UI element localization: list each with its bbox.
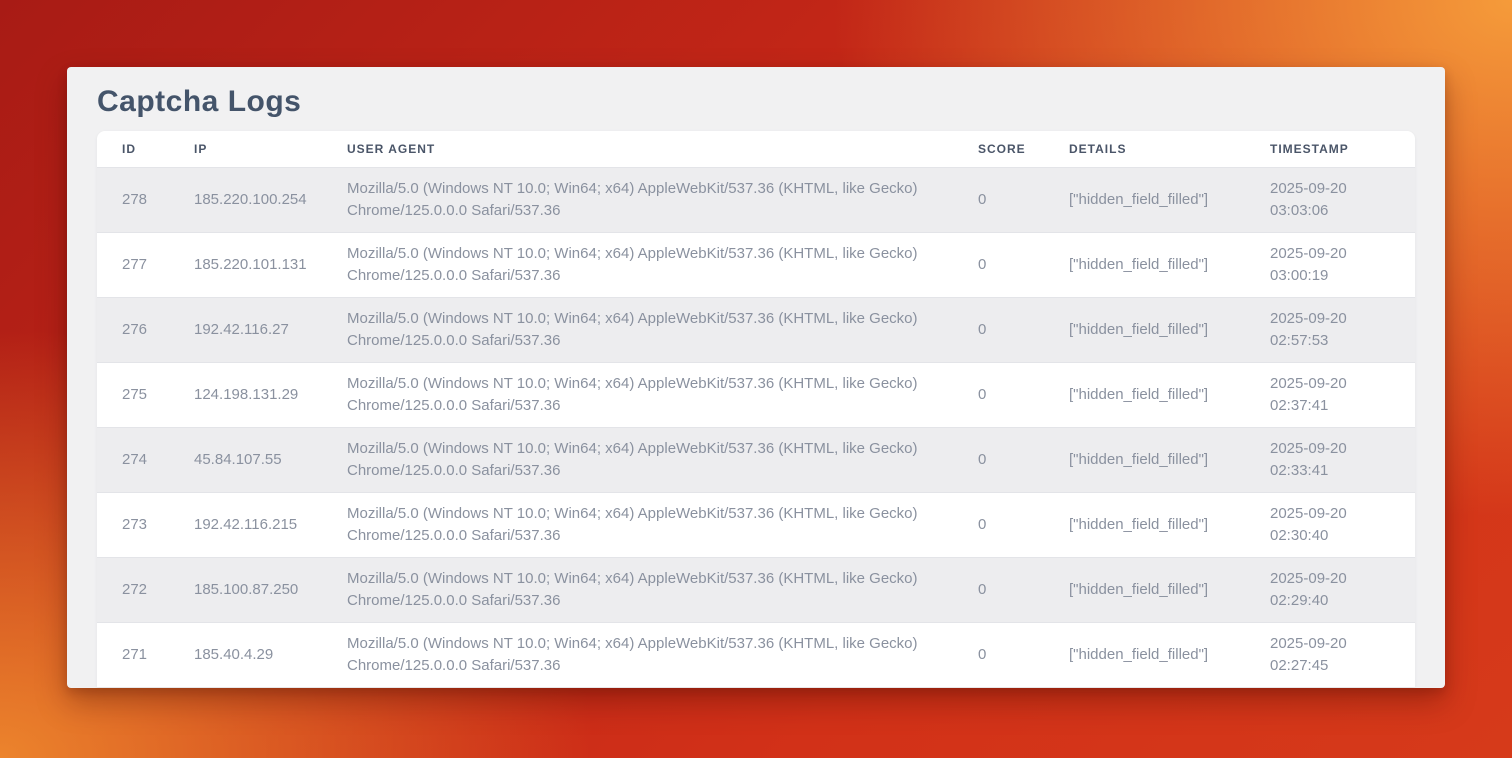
column-header-score: SCORE xyxy=(978,131,1069,167)
cell-score: 0 xyxy=(978,492,1069,557)
cell-timestamp: 2025-09-20 02:27:45 xyxy=(1270,622,1415,687)
column-header-id: ID xyxy=(97,131,194,167)
cell-details: ["hidden_field_filled"] xyxy=(1069,427,1270,492)
column-header-ip: IP xyxy=(194,131,347,167)
cell-ip: 185.100.87.250 xyxy=(194,557,347,622)
cell-details: ["hidden_field_filled"] xyxy=(1069,232,1270,297)
cell-score: 0 xyxy=(978,622,1069,687)
cell-details: ["hidden_field_filled"] xyxy=(1069,362,1270,427)
cell-timestamp: 2025-09-20 02:37:41 xyxy=(1270,362,1415,427)
cell-timestamp: 2025-09-20 02:29:40 xyxy=(1270,557,1415,622)
cell-details: ["hidden_field_filled"] xyxy=(1069,492,1270,557)
cell-ip: 185.220.101.131 xyxy=(194,232,347,297)
cell-score: 0 xyxy=(978,167,1069,232)
cell-details: ["hidden_field_filled"] xyxy=(1069,557,1270,622)
cell-id: 276 xyxy=(97,297,194,362)
page-title: Captcha Logs xyxy=(97,84,1415,120)
cell-user-agent: Mozilla/5.0 (Windows NT 10.0; Win64; x64… xyxy=(347,232,978,297)
cell-ip: 192.42.116.27 xyxy=(194,297,347,362)
app-background: { "page": { "title": "Captcha Logs" }, "… xyxy=(0,0,1512,758)
cell-timestamp: 2025-09-20 03:03:06 xyxy=(1270,167,1415,232)
captcha-logs-card: Captcha Logs ID IP USER AGENT SCORE DETA… xyxy=(67,67,1445,688)
column-header-timestamp: TIMESTAMP xyxy=(1270,131,1415,167)
cell-timestamp: 2025-09-20 02:57:53 xyxy=(1270,297,1415,362)
column-header-user-agent: USER AGENT xyxy=(347,131,978,167)
cell-ip: 185.40.4.29 xyxy=(194,622,347,687)
cell-user-agent: Mozilla/5.0 (Windows NT 10.0; Win64; x64… xyxy=(347,622,978,687)
table-row: 271 185.40.4.29 Mozilla/5.0 (Windows NT … xyxy=(97,622,1415,687)
cell-user-agent: Mozilla/5.0 (Windows NT 10.0; Win64; x64… xyxy=(347,427,978,492)
cell-user-agent: Mozilla/5.0 (Windows NT 10.0; Win64; x64… xyxy=(347,557,978,622)
cell-ip: 45.84.107.55 xyxy=(194,427,347,492)
cell-score: 0 xyxy=(978,427,1069,492)
cell-id: 278 xyxy=(97,167,194,232)
cell-id: 275 xyxy=(97,362,194,427)
cell-id: 277 xyxy=(97,232,194,297)
cell-score: 0 xyxy=(978,297,1069,362)
cell-ip: 192.42.116.215 xyxy=(194,492,347,557)
cell-user-agent: Mozilla/5.0 (Windows NT 10.0; Win64; x64… xyxy=(347,492,978,557)
cell-user-agent: Mozilla/5.0 (Windows NT 10.0; Win64; x64… xyxy=(347,297,978,362)
table-row: 277 185.220.101.131 Mozilla/5.0 (Windows… xyxy=(97,232,1415,297)
table-header-row: ID IP USER AGENT SCORE DETAILS TIMESTAMP xyxy=(97,131,1415,167)
cell-id: 271 xyxy=(97,622,194,687)
cell-details: ["hidden_field_filled"] xyxy=(1069,622,1270,687)
column-header-details: DETAILS xyxy=(1069,131,1270,167)
table-row: 276 192.42.116.27 Mozilla/5.0 (Windows N… xyxy=(97,297,1415,362)
table-body: 278 185.220.100.254 Mozilla/5.0 (Windows… xyxy=(97,167,1415,687)
cell-score: 0 xyxy=(978,362,1069,427)
logs-table-container: ID IP USER AGENT SCORE DETAILS TIMESTAMP… xyxy=(97,131,1415,687)
cell-details: ["hidden_field_filled"] xyxy=(1069,297,1270,362)
cell-id: 272 xyxy=(97,557,194,622)
cell-user-agent: Mozilla/5.0 (Windows NT 10.0; Win64; x64… xyxy=(347,167,978,232)
cell-id: 274 xyxy=(97,427,194,492)
cell-user-agent: Mozilla/5.0 (Windows NT 10.0; Win64; x64… xyxy=(347,362,978,427)
cell-timestamp: 2025-09-20 03:00:19 xyxy=(1270,232,1415,297)
cell-score: 0 xyxy=(978,557,1069,622)
table-row: 275 124.198.131.29 Mozilla/5.0 (Windows … xyxy=(97,362,1415,427)
table-row: 272 185.100.87.250 Mozilla/5.0 (Windows … xyxy=(97,557,1415,622)
cell-ip: 124.198.131.29 xyxy=(194,362,347,427)
cell-score: 0 xyxy=(978,232,1069,297)
cell-ip: 185.220.100.254 xyxy=(194,167,347,232)
table-row: 274 45.84.107.55 Mozilla/5.0 (Windows NT… xyxy=(97,427,1415,492)
captcha-logs-table: ID IP USER AGENT SCORE DETAILS TIMESTAMP… xyxy=(97,131,1415,687)
cell-timestamp: 2025-09-20 02:30:40 xyxy=(1270,492,1415,557)
cell-id: 273 xyxy=(97,492,194,557)
cell-details: ["hidden_field_filled"] xyxy=(1069,167,1270,232)
cell-timestamp: 2025-09-20 02:33:41 xyxy=(1270,427,1415,492)
table-row: 278 185.220.100.254 Mozilla/5.0 (Windows… xyxy=(97,167,1415,232)
table-row: 273 192.42.116.215 Mozilla/5.0 (Windows … xyxy=(97,492,1415,557)
